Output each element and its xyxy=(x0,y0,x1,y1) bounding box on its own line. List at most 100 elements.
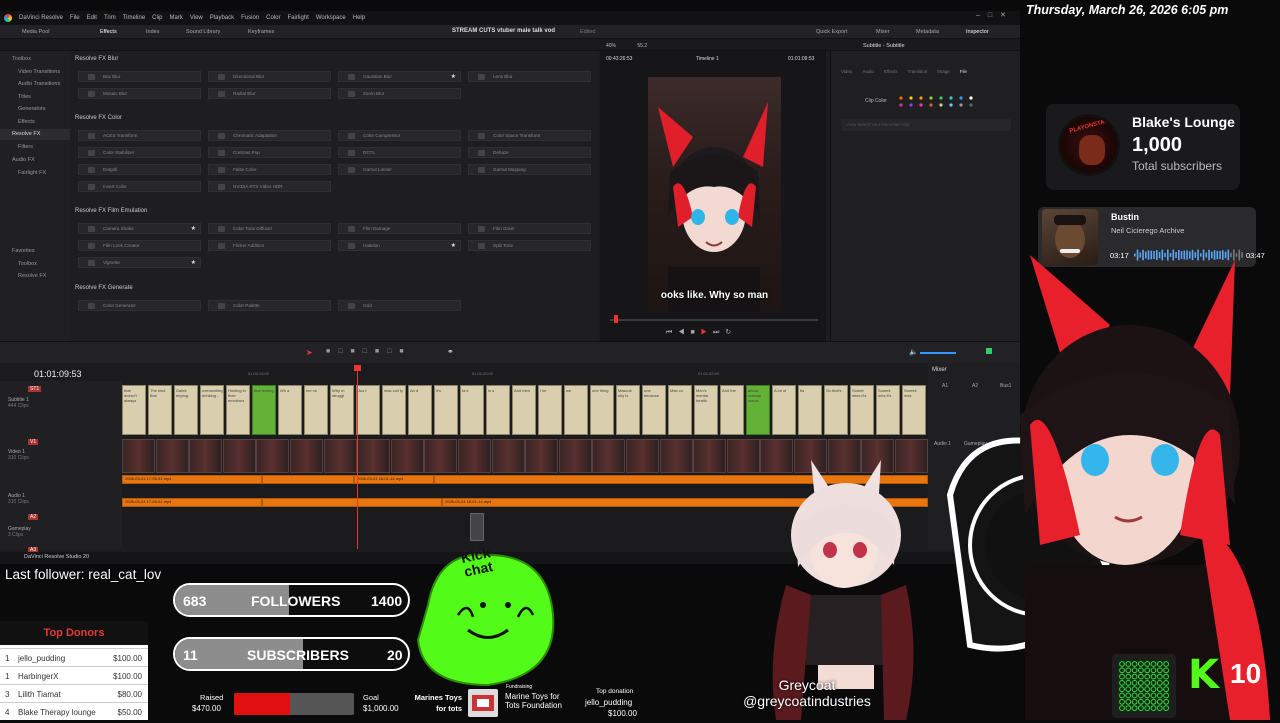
section-header-blur[interactable]: Resolve FX Blur xyxy=(75,56,118,62)
sidebar-item-resolve-fx[interactable]: Resolve FX xyxy=(12,131,40,137)
fx-item[interactable]: Film Look Creator xyxy=(78,240,201,251)
subtitle-clip[interactable]: Gatek eeping, xyxy=(174,385,198,435)
subtitle-clip[interactable]: Wh a xyxy=(278,385,302,435)
fx-item[interactable]: Chromatic Adaptation xyxy=(208,130,331,141)
fx-item[interactable]: Flicker Addition xyxy=(208,240,331,251)
video-clip[interactable] xyxy=(122,439,155,473)
fx-item[interactable]: Film Damage xyxy=(338,223,461,234)
section-header-generate[interactable]: Resolve FX Generate xyxy=(75,285,133,291)
sidebar-item-generators[interactable]: Generators xyxy=(18,106,46,112)
track-id[interactable]: ST1 xyxy=(28,386,42,392)
fx-item[interactable]: ACES Transform xyxy=(78,130,201,141)
fx-item[interactable]: Color Tone Diffuser xyxy=(208,223,331,234)
sidebar-item-video-transitions[interactable]: Video Transitions xyxy=(18,69,60,75)
subtitle-clip[interactable]: And men xyxy=(512,385,536,435)
video-clip[interactable] xyxy=(458,439,491,473)
video-clip[interactable] xyxy=(390,439,424,473)
audio-clip[interactable]: 2026-03-24 18-01-14.mp4 xyxy=(354,475,434,484)
zoom-level[interactable]: 40% xyxy=(606,43,616,49)
subtitle-clip[interactable]: mas culi ty xyxy=(382,385,406,435)
subtitle-clip[interactable]: Jus t xyxy=(356,385,380,435)
subtitle-clip[interactable]: me ns xyxy=(304,385,328,435)
link-icon[interactable]: ⚭ xyxy=(447,347,454,356)
subtitle-clip[interactable]: Men's mental health xyxy=(694,385,718,435)
gameplay-clip[interactable] xyxy=(470,513,484,541)
guest-handle[interactable]: @greycoatindustries xyxy=(732,693,882,709)
subtitle-clip[interactable]: An d xyxy=(408,385,432,435)
sidebar-item-audio-fx[interactable]: Audio FX xyxy=(12,157,35,163)
scrubber-handle[interactable] xyxy=(614,315,618,323)
track-id[interactable]: A2 xyxy=(28,514,39,520)
subtitle-clip[interactable]: Masculi nity is xyxy=(616,385,640,435)
video-clip[interactable] xyxy=(323,439,357,473)
fx-item[interactable]: Dotgrill xyxy=(78,164,201,175)
fx-item[interactable]: Color Compressor xyxy=(338,130,461,141)
sidebar-item-fairlight-fx[interactable]: Fairlight FX xyxy=(18,170,46,176)
transport-controls[interactable]: ⏮◀■▶⏭↻ xyxy=(666,328,737,337)
subtitle-clip[interactable]: A lot of xyxy=(772,385,796,435)
fx-item[interactable]: Vignette ★ xyxy=(78,257,201,268)
audio-clip[interactable] xyxy=(262,475,354,484)
fx-item[interactable]: Color Stabilizer xyxy=(78,147,201,158)
menu-item[interactable]: Clip xyxy=(152,15,162,21)
subtitle-clip[interactable]: Mas cu xyxy=(668,385,692,435)
video-clip[interactable] xyxy=(290,439,323,473)
subtitle-clip[interactable]: Someti mes xyxy=(902,385,926,435)
video-clip[interactable] xyxy=(726,439,760,473)
menu-item[interactable]: Help xyxy=(353,15,365,21)
edit-tools[interactable]: ■□■□■□■ xyxy=(326,348,412,355)
tab-audio[interactable]: Audio xyxy=(862,69,874,74)
playhead-handle[interactable] xyxy=(354,365,361,371)
subtitle-clip[interactable]: fa it xyxy=(460,385,484,435)
subtitle-clip[interactable]: So that's xyxy=(824,385,848,435)
tab-video[interactable]: Video xyxy=(841,69,852,74)
subtitle-clip[interactable]: It's xyxy=(434,385,458,435)
sidebar-item-fav-resolve-fx[interactable]: Resolve FX xyxy=(18,273,46,279)
audio-clip[interactable]: 2026-03-24 17-55-51.mp4 xyxy=(122,475,262,484)
fx-item[interactable]: Invert Color xyxy=(78,181,201,192)
fx-item[interactable]: Color Palette xyxy=(208,300,331,311)
playhead[interactable] xyxy=(357,365,358,549)
favorite-star-icon[interactable]: ★ xyxy=(191,225,196,232)
selection-tool-icon[interactable]: ➤ xyxy=(306,348,313,357)
subtitle-clip[interactable]: The kind that xyxy=(148,385,172,435)
fx-item[interactable]: Gamut Limiter xyxy=(338,164,461,175)
sidebar-item-fav-toolbox[interactable]: Toolbox xyxy=(18,261,37,267)
mixer-button[interactable]: Mixer xyxy=(876,29,889,35)
video-clip[interactable] xyxy=(189,439,223,473)
subtitle-clip[interactable]: Why m struggl xyxy=(330,385,354,435)
menu-item[interactable]: Fairlight xyxy=(287,15,308,21)
subtitle-clip[interactable]: that doesn't always xyxy=(122,385,146,435)
quick-export-button[interactable]: Quick Export xyxy=(816,29,847,35)
fx-item[interactable]: Box Blur xyxy=(78,71,201,82)
subtitle-clip[interactable]: I ke xyxy=(538,385,562,435)
menu-item[interactable]: Edit xyxy=(87,15,97,21)
subtitle-clip[interactable]: Its xyxy=(798,385,822,435)
subtitle-clip[interactable]: Holding in their emotions xyxy=(226,385,250,435)
fx-item[interactable]: Halation ★ xyxy=(338,240,461,251)
sidebar-item-audio-transitions[interactable]: Audio Transitions xyxy=(18,81,60,87)
index-button[interactable]: Index xyxy=(146,29,159,35)
menu-item[interactable]: Workspace xyxy=(316,15,346,21)
favorite-star-icon[interactable]: ★ xyxy=(451,73,456,80)
fx-item[interactable]: Gaussian Blur ★ xyxy=(338,71,461,82)
video-clip[interactable] xyxy=(222,439,256,473)
sidebar-item-effects[interactable]: Effects xyxy=(18,119,35,125)
audio-clip[interactable] xyxy=(262,498,442,507)
tab-transition[interactable]: Transition xyxy=(908,69,928,74)
subtitle-clip[interactable]: overworking, drinking... xyxy=(200,385,224,435)
menu-item[interactable]: View xyxy=(190,15,203,21)
fx-item[interactable]: False Color xyxy=(208,164,331,175)
sidebar-item-titles[interactable]: Titles xyxy=(18,94,31,100)
subtitle-clip[interactable]: Somet imes it's xyxy=(850,385,874,435)
section-header-film-emulation[interactable]: Resolve FX Film Emulation xyxy=(75,208,147,214)
subtitle-clip[interactable]: Someti mes it's xyxy=(876,385,900,435)
fx-item[interactable]: Film Grain xyxy=(468,223,591,234)
subtitle-clip[interactable]: in s xyxy=(486,385,510,435)
subtitle-clip[interactable]: one thing xyxy=(590,385,614,435)
fx-item[interactable]: Radial Blur xyxy=(208,88,331,99)
subtitle-clip[interactable]: that feeling xyxy=(252,385,276,435)
track-id[interactable]: V1 xyxy=(28,439,39,445)
menu-item[interactable]: Playback xyxy=(210,15,234,21)
fx-item[interactable]: Zoom Blur xyxy=(338,88,461,99)
